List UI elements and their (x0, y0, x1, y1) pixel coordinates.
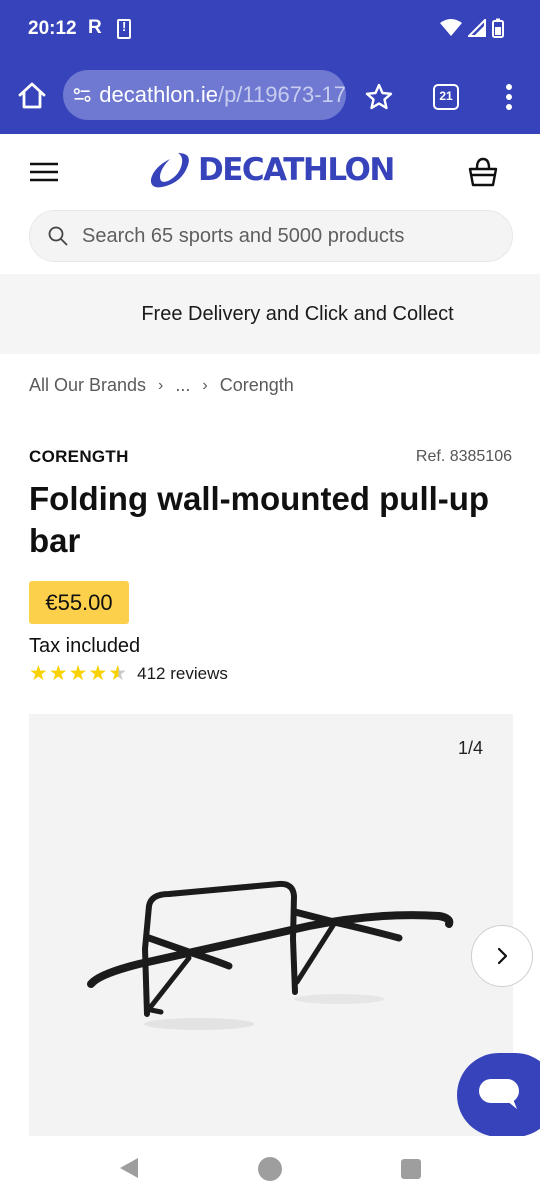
star-half-icon: ★ (108, 662, 128, 685)
gallery-counter: 1/4 (458, 738, 484, 758)
product-ref: Ref. 8385106 (415, 448, 512, 465)
logo-text: DECATHLON (198, 152, 395, 188)
product-title: Folding wall-mounted pull-up bar (29, 480, 490, 559)
decathlon-logo[interactable]: DECATHLON (148, 151, 395, 189)
site-settings-icon[interactable] (73, 85, 91, 105)
star-icon: ★ (88, 662, 108, 685)
breadcrumb-item-corength[interactable]: Corength (220, 375, 294, 396)
home-icon[interactable] (16, 80, 48, 112)
breadcrumb-item-brands[interactable]: All Our Brands (29, 375, 146, 396)
star-icon: ★ (68, 662, 88, 685)
price-tag: €55.00 (29, 581, 129, 624)
breadcrumb: All Our Brands › ... › Corength (29, 375, 294, 396)
menu-icon[interactable] (30, 162, 58, 182)
breadcrumb-item-ellipsis[interactable]: ... (175, 375, 190, 396)
sim-alert-icon (117, 19, 131, 39)
site-header: DECATHLON (0, 134, 540, 210)
tab-switcher-button[interactable]: 21 (433, 84, 459, 110)
product-gallery[interactable]: 1/4 (29, 714, 513, 1136)
browser-toolbar: decathlon.ie/p/119673-17 21 (0, 58, 540, 134)
battery-icon (492, 18, 504, 38)
star-icon: ★ (48, 662, 68, 685)
reviews-link[interactable]: 412 reviews (137, 664, 228, 684)
back-icon[interactable] (118, 1156, 140, 1180)
url-domain: decathlon.ie (99, 82, 218, 107)
search-input[interactable]: Search 65 sports and 5000 products (29, 210, 513, 262)
chat-button[interactable] (457, 1053, 540, 1137)
product-brand[interactable]: CORENGTH (29, 447, 129, 467)
star-icon: ★ (29, 662, 48, 685)
system-nav-bar (0, 1136, 540, 1200)
chevron-right-icon: › (158, 376, 164, 394)
address-bar[interactable]: decathlon.ie/p/119673-17 (63, 70, 346, 120)
more-options-icon[interactable] (500, 82, 518, 112)
search-placeholder: Search 65 sports and 5000 products (82, 224, 405, 247)
chat-bubble-icon (479, 1079, 519, 1109)
chevron-right-icon: › (202, 376, 208, 394)
signal-icon (468, 19, 486, 37)
status-icons (440, 18, 504, 38)
search-icon (48, 226, 68, 246)
bookmark-star-icon[interactable] (364, 82, 394, 112)
promo-banner[interactable]: Free Delivery and Click and Collect (0, 274, 540, 354)
gallery-next-button[interactable] (471, 925, 533, 987)
basket-icon[interactable] (468, 156, 498, 188)
pull-up-bar-image (87, 880, 454, 1030)
status-bar: 20:12 R (0, 0, 540, 58)
url-path: /p/119673-17 (217, 82, 346, 107)
rating[interactable]: ★ ★ ★ ★ ★ 412 reviews (29, 662, 228, 686)
url-text: decathlon.ie/p/119673-17 (99, 82, 346, 108)
tax-note: Tax included (29, 635, 141, 657)
status-indicator: R (88, 17, 102, 38)
recents-icon[interactable] (401, 1159, 421, 1179)
logo-mark-icon (150, 153, 189, 188)
wifi-icon (440, 19, 462, 36)
home-nav-icon[interactable] (258, 1157, 282, 1181)
chevron-right-icon (497, 947, 508, 965)
status-time: 20:12 (28, 18, 77, 39)
